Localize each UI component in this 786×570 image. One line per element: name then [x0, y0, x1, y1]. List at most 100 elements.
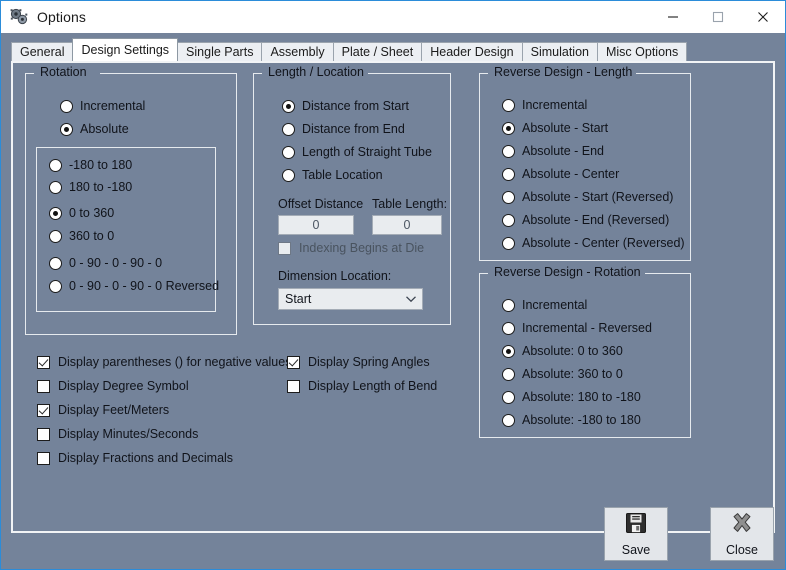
maximize-button[interactable]	[695, 1, 740, 33]
dimension-location-select[interactable]: Start	[278, 288, 423, 310]
radio-label: 180 to -180	[69, 180, 133, 194]
group-length-location-title: Length / Location	[264, 65, 368, 79]
checkbox-display-length-of-bend[interactable]: Display Length of Bend	[287, 379, 437, 393]
checkbox-display-fractions-decimals[interactable]: Display Fractions and Decimals	[37, 451, 233, 465]
tab-general[interactable]: General	[11, 42, 74, 61]
close-button[interactable]	[740, 1, 785, 33]
x-cross-icon	[730, 511, 754, 540]
table-length-input[interactable]: 0	[372, 215, 442, 235]
checkbox-display-parentheses[interactable]: Display parentheses () for negative valu…	[37, 355, 291, 369]
radio-icon	[502, 144, 515, 158]
radio-icon	[282, 168, 295, 182]
checkbox-display-degree-symbol[interactable]: Display Degree Symbol	[37, 379, 189, 393]
radio-icon	[502, 367, 515, 381]
close-button-label: Close	[726, 543, 758, 557]
tab-misc-options[interactable]: Misc Options	[596, 42, 688, 61]
radio-rdr-absolute-0-360[interactable]: Absolute: 0 to 360	[502, 344, 623, 358]
checkbox-label: Display Degree Symbol	[58, 379, 189, 393]
radio-rdl-absolute-start-reversed[interactable]: Absolute - Start (Reversed)	[502, 190, 673, 204]
checkbox-icon	[37, 427, 50, 441]
radio-rdl-absolute-center[interactable]: Absolute - Center	[502, 167, 619, 181]
radio-icon	[502, 236, 515, 250]
radio-label: Absolute - Center	[522, 167, 620, 181]
radio-range-360-0[interactable]: 360 to 0	[49, 229, 114, 243]
tab-label: Single Parts	[186, 45, 254, 59]
group-rotation: Rotation Incremental Absolute -180 to 18…	[25, 65, 237, 335]
radio-label: Absolute - Center (Reversed)	[522, 236, 685, 250]
tab-strip: General Design Settings Single Parts Ass…	[11, 38, 688, 61]
radio-range-180-neg180[interactable]: 180 to -180	[49, 180, 132, 194]
radio-range-0-90-0-90-0[interactable]: 0 - 90 - 0 - 90 - 0	[49, 256, 162, 270]
checkbox-indexing-begins-at-die[interactable]: Indexing Begins at Die	[278, 241, 424, 255]
group-reverse-design-length-title: Reverse Design - Length	[490, 65, 637, 79]
radio-label: Length of Straight Tube	[302, 145, 432, 159]
tab-label: General	[20, 45, 65, 59]
radio-icon	[502, 321, 515, 335]
radio-table-location[interactable]: Table Location	[282, 168, 383, 182]
radio-rdl-absolute-center-reversed[interactable]: Absolute - Center (Reversed)	[502, 236, 685, 250]
radio-rdr-incremental-reversed[interactable]: Incremental - Reversed	[502, 321, 652, 335]
checkbox-label: Display Minutes/Seconds	[58, 427, 199, 441]
radio-label: 360 to 0	[69, 229, 115, 243]
dimension-location-label: Dimension Location:	[278, 269, 392, 283]
radio-label: Incremental	[80, 99, 146, 113]
checkbox-icon	[37, 379, 50, 393]
tab-plate-sheet[interactable]: Plate / Sheet	[332, 42, 423, 61]
radio-icon	[49, 229, 62, 243]
minimize-button[interactable]	[650, 1, 695, 33]
tab-label: Header Design	[430, 45, 514, 59]
radio-icon	[49, 256, 62, 270]
close-button-footer[interactable]: Close	[710, 507, 774, 561]
radio-rotation-incremental[interactable]: Incremental	[60, 99, 145, 113]
radio-label: Incremental - Reversed	[522, 321, 652, 335]
radio-icon	[502, 390, 515, 404]
radio-range-0-360[interactable]: 0 to 360	[49, 206, 114, 220]
radio-icon	[60, 122, 73, 136]
radio-label: Distance from Start	[302, 99, 409, 113]
radio-rdr-absolute-360-0[interactable]: Absolute: 360 to 0	[502, 367, 623, 381]
title-bar: Options	[1, 1, 785, 33]
radio-rdr-incremental[interactable]: Incremental	[502, 298, 587, 312]
tab-header-design[interactable]: Header Design	[421, 42, 523, 61]
tab-assembly[interactable]: Assembly	[261, 42, 334, 61]
radio-rdl-incremental[interactable]: Incremental	[502, 98, 587, 112]
tab-single-parts[interactable]: Single Parts	[177, 42, 263, 61]
group-reverse-design-rotation-title: Reverse Design - Rotation	[490, 265, 645, 279]
radio-icon	[49, 279, 62, 293]
checkbox-display-minutes-seconds[interactable]: Display Minutes/Seconds	[37, 427, 198, 441]
radio-distance-from-end[interactable]: Distance from End	[282, 122, 405, 136]
radio-distance-from-start[interactable]: Distance from Start	[282, 99, 409, 113]
checkbox-display-feet-meters[interactable]: Display Feet/Meters	[37, 403, 169, 417]
checkbox-label: Display Feet/Meters	[58, 403, 170, 417]
dimension-location-value: Start	[285, 292, 312, 306]
tab-label: Simulation	[530, 45, 589, 59]
radio-icon	[502, 344, 515, 358]
tab-design-settings[interactable]: Design Settings	[72, 38, 179, 61]
tab-label: Plate / Sheet	[341, 45, 414, 59]
checkbox-icon	[287, 355, 300, 369]
window-controls	[650, 1, 785, 33]
radio-length-of-straight-tube[interactable]: Length of Straight Tube	[282, 145, 432, 159]
offset-distance-input[interactable]: 0	[278, 215, 354, 235]
radio-icon	[282, 145, 295, 159]
radio-icon	[282, 99, 295, 113]
radio-range-neg180-180[interactable]: -180 to 180	[49, 158, 132, 172]
radio-rdl-absolute-start[interactable]: Absolute - Start	[502, 121, 608, 135]
save-button-label: Save	[621, 543, 651, 557]
radio-rdr-absolute-180-neg180[interactable]: Absolute: 180 to -180	[502, 390, 641, 404]
checkbox-display-spring-angles[interactable]: Display Spring Angles	[287, 355, 430, 369]
radio-icon	[502, 413, 515, 427]
radio-rdr-absolute-neg180-180[interactable]: Absolute: -180 to 180	[502, 413, 641, 427]
radio-label: 0 to 360	[69, 206, 115, 220]
checkbox-label: Display Length of Bend	[308, 379, 438, 393]
radio-rdl-absolute-end[interactable]: Absolute - End	[502, 144, 604, 158]
radio-range-0-90-0-90-0-reversed[interactable]: 0 - 90 - 0 - 90 - 0 Reversed	[49, 279, 219, 293]
radio-label: Absolute: -180 to 180	[522, 413, 641, 427]
radio-label: -180 to 180	[69, 158, 133, 172]
tab-label: Misc Options	[605, 45, 679, 59]
checkbox-label: Display parentheses () for negative valu…	[58, 355, 292, 369]
radio-rotation-absolute[interactable]: Absolute	[60, 122, 129, 136]
save-button[interactable]: Save	[604, 507, 668, 561]
radio-rdl-absolute-end-reversed[interactable]: Absolute - End (Reversed)	[502, 213, 669, 227]
tab-simulation[interactable]: Simulation	[521, 42, 598, 61]
